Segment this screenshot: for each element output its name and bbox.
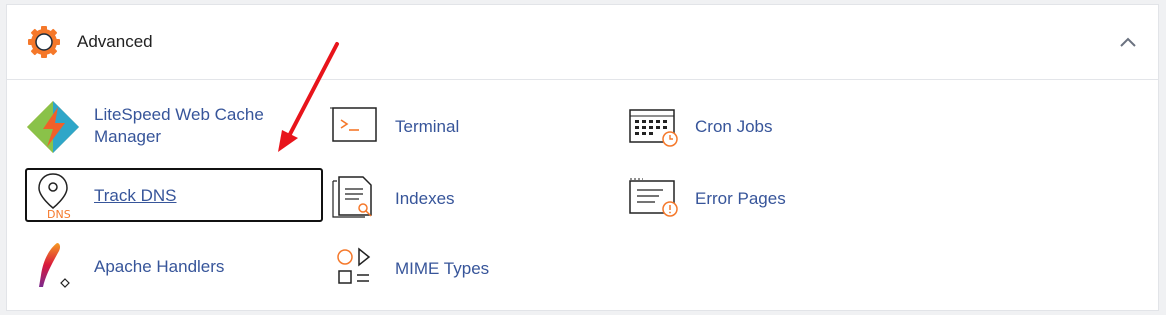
litespeed-icon — [27, 101, 79, 153]
apache-feather-icon — [39, 243, 70, 288]
apache-handlers-link[interactable]: Apache Handlers — [25, 241, 285, 293]
error-pages-link[interactable]: Error Pages — [629, 173, 829, 225]
error-pages-label: Error Pages — [695, 189, 786, 208]
indexes-link[interactable]: Indexes — [329, 173, 509, 225]
track-dns-link[interactable]: DNS Track DNS — [25, 168, 323, 222]
terminal-icon — [330, 107, 377, 142]
cron-jobs-label: Cron Jobs — [695, 117, 773, 136]
document-search-icon — [332, 176, 372, 218]
chevron-up-icon[interactable] — [1118, 33, 1138, 51]
terminal-label: Terminal — [395, 117, 460, 136]
advanced-section: Advanced LiteSpeed Web Cache Manager Ter… — [6, 4, 1159, 311]
calendar-clock-icon — [629, 109, 678, 147]
section-title: Advanced — [77, 32, 153, 51]
mime-types-label: MIME Types — [395, 259, 490, 278]
map-pin-dns-icon: DNS — [38, 173, 71, 220]
shapes-icon — [337, 247, 371, 284]
error-page-icon — [629, 178, 678, 217]
litespeed-label: LiteSpeed Web Cache Manager — [94, 105, 264, 146]
apache-handlers-label: Apache Handlers — [94, 257, 225, 276]
litespeed-cache-link[interactable]: LiteSpeed Web Cache Manager — [25, 99, 325, 153]
indexes-label: Indexes — [395, 189, 455, 208]
terminal-link[interactable]: Terminal — [329, 103, 509, 155]
svg-text:DNS: DNS — [47, 208, 71, 220]
mime-types-link[interactable]: MIME Types — [329, 243, 509, 295]
cron-jobs-link[interactable]: Cron Jobs — [629, 103, 829, 155]
track-dns-label: Track DNS — [94, 186, 177, 205]
gear-icon — [28, 26, 60, 58]
section-header[interactable]: Advanced — [7, 5, 1158, 80]
